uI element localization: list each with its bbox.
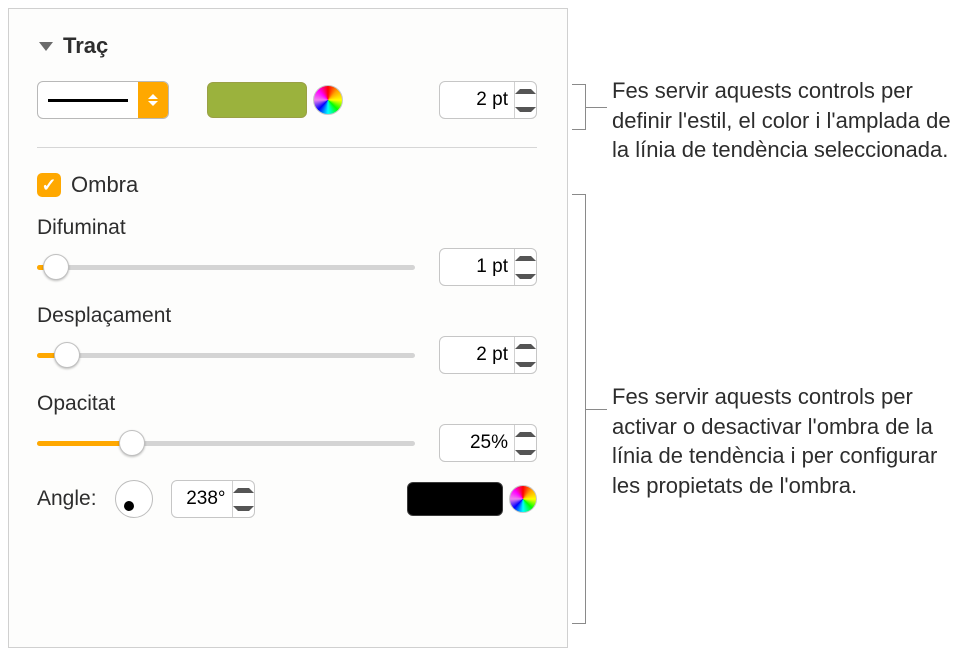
stepper-up-icon[interactable] xyxy=(515,82,536,100)
angle-dial[interactable] xyxy=(115,480,153,518)
stepper-up-icon[interactable] xyxy=(233,481,254,499)
caret-down-icon xyxy=(148,101,158,106)
angle-label: Angle: xyxy=(37,487,97,511)
callout-bracket-2 xyxy=(572,194,586,624)
shadow-checkbox-row: ✓ Ombra xyxy=(37,172,537,198)
stroke-controls-row xyxy=(37,77,537,123)
callout-text-2: Fes servir aquests controls per activar … xyxy=(612,382,970,501)
callout-bracket-1 xyxy=(572,84,586,130)
stepper-down-icon[interactable] xyxy=(515,267,536,285)
shadow-title: Ombra xyxy=(71,172,138,198)
callouts: Fes servir aquests controls per definir … xyxy=(570,0,970,654)
blur-row xyxy=(37,248,537,286)
stroke-color-swatch[interactable] xyxy=(207,82,307,118)
opacity-field[interactable] xyxy=(439,424,537,462)
angle-stepper[interactable] xyxy=(232,481,254,517)
opacity-slider[interactable] xyxy=(37,431,415,455)
angle-dot-icon xyxy=(124,501,134,511)
divider xyxy=(37,147,537,148)
offset-row xyxy=(37,336,537,374)
stroke-width-stepper[interactable] xyxy=(514,82,536,118)
stroke-preview xyxy=(38,82,138,118)
angle-row: Angle: xyxy=(37,480,537,518)
stroke-section-header: Traç xyxy=(37,33,537,59)
stepper-down-icon[interactable] xyxy=(515,100,536,118)
angle-field[interactable] xyxy=(171,480,255,518)
opacity-row xyxy=(37,424,537,462)
color-wheel-icon[interactable] xyxy=(509,485,537,513)
stepper-up-icon[interactable] xyxy=(515,249,536,267)
color-wheel-icon[interactable] xyxy=(313,85,343,115)
angle-input[interactable] xyxy=(172,487,232,511)
stepper-down-icon[interactable] xyxy=(515,443,536,461)
shadow-color-swatch[interactable] xyxy=(407,482,503,516)
blur-field[interactable] xyxy=(439,248,537,286)
shadow-color-picker xyxy=(407,482,537,516)
stepper-down-icon[interactable] xyxy=(233,499,254,517)
blur-label: Difuminat xyxy=(37,216,537,240)
stroke-width-input[interactable] xyxy=(440,88,514,112)
stepper-up-icon[interactable] xyxy=(515,337,536,355)
stroke-title: Traç xyxy=(63,33,108,59)
stepper-down-icon[interactable] xyxy=(515,355,536,373)
blur-input[interactable] xyxy=(440,255,514,279)
shadow-checkbox[interactable]: ✓ xyxy=(37,173,61,197)
stroke-style-dropdown-button[interactable] xyxy=(138,82,168,118)
offset-input[interactable] xyxy=(440,343,514,367)
opacity-stepper[interactable] xyxy=(514,425,536,461)
offset-slider[interactable] xyxy=(37,343,415,367)
offset-field[interactable] xyxy=(439,336,537,374)
blur-stepper[interactable] xyxy=(514,249,536,285)
inspector-panel: Traç ✓ Ombra Difuminat xyxy=(8,8,568,648)
stroke-width-field[interactable] xyxy=(439,81,537,119)
offset-stepper[interactable] xyxy=(514,337,536,373)
opacity-label: Opacitat xyxy=(37,392,537,416)
stroke-style-picker[interactable] xyxy=(37,81,169,119)
callout-text-1: Fes servir aquests controls per definir … xyxy=(612,76,960,165)
offset-label: Desplaçament xyxy=(37,304,537,328)
chevron-down-icon[interactable] xyxy=(39,42,53,51)
opacity-input[interactable] xyxy=(440,431,514,455)
blur-slider[interactable] xyxy=(37,255,415,279)
stroke-color-picker xyxy=(207,81,343,119)
stepper-up-icon[interactable] xyxy=(515,425,536,443)
caret-up-icon xyxy=(148,94,158,99)
